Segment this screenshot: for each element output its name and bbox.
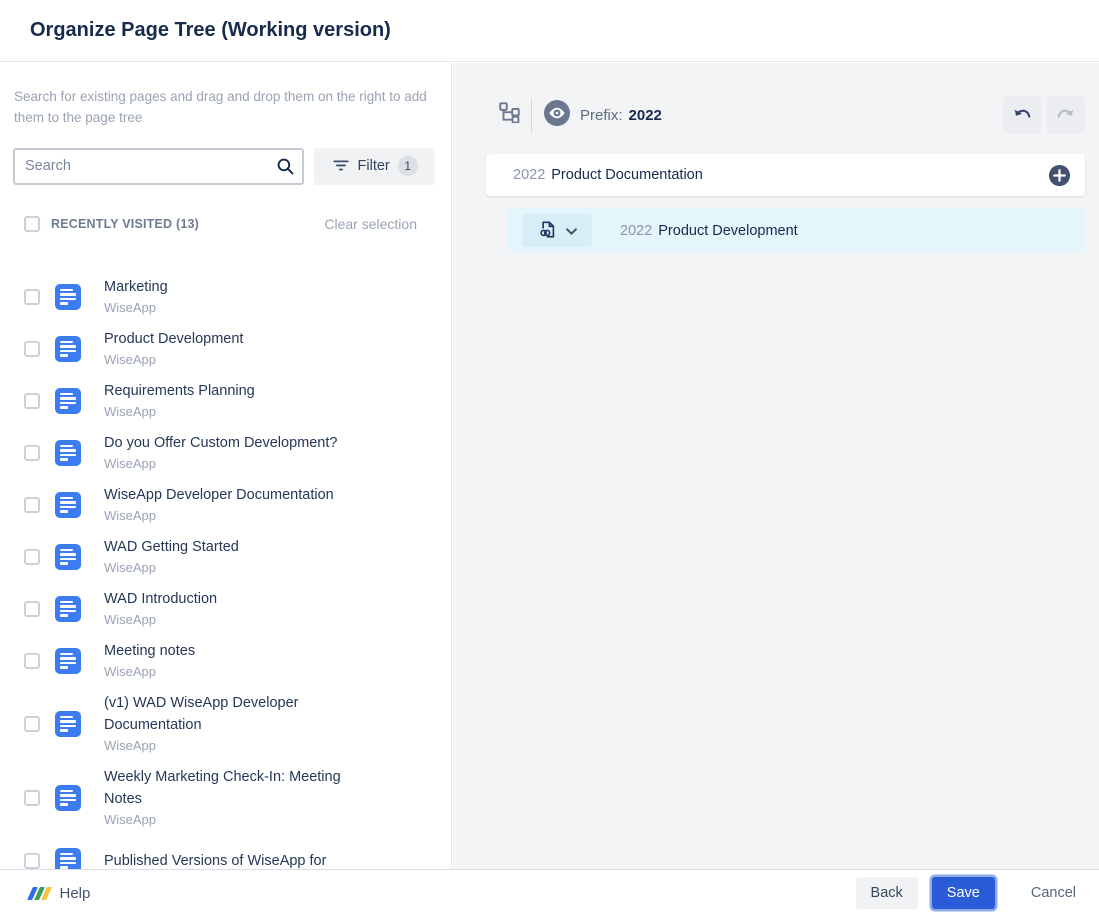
page-icon xyxy=(55,596,81,622)
item-checkbox[interactable] xyxy=(24,549,40,565)
item-title: Requirements Planning xyxy=(104,383,255,399)
page-icon xyxy=(55,284,81,310)
page-tree-icon xyxy=(499,102,520,128)
item-space: WiseApp xyxy=(104,508,156,523)
chevron-down-icon xyxy=(566,223,577,238)
node-prefix: 2022 xyxy=(620,223,652,239)
item-title: Published Versions of WiseApp for xyxy=(104,853,326,869)
help-link[interactable]: Help xyxy=(30,885,90,902)
filter-count-badge: 1 xyxy=(398,156,418,176)
list-item[interactable]: WAD Getting Started WiseApp xyxy=(24,536,451,578)
tree-node-root[interactable]: 2022 Product Documentation xyxy=(486,154,1085,196)
prefix-value: 2022 xyxy=(629,107,662,124)
list-item[interactable]: WAD Introduction WiseApp xyxy=(24,588,451,630)
dialog-header: Organize Page Tree (Working version) xyxy=(0,0,1099,62)
item-checkbox[interactable] xyxy=(24,653,40,669)
page-icon xyxy=(55,648,81,674)
item-space: WiseApp xyxy=(104,738,156,753)
cancel-button[interactable]: Cancel xyxy=(1016,877,1078,909)
item-title: Marketing xyxy=(104,279,168,295)
item-space: WiseApp xyxy=(104,300,156,315)
item-space: WiseApp xyxy=(104,812,156,827)
page-icon xyxy=(55,848,81,869)
node-title: Product Documentation xyxy=(551,167,703,183)
item-space: WiseApp xyxy=(104,560,156,575)
list-item[interactable]: Do you Offer Custom Development? WiseApp xyxy=(24,432,451,474)
page-icon xyxy=(55,785,81,811)
item-title: Do you Offer Custom Development? xyxy=(104,435,337,451)
select-all-checkbox[interactable] xyxy=(24,216,40,232)
recently-visited-list: Marketing WiseApp Product Development Wise… xyxy=(24,276,451,869)
item-checkbox[interactable] xyxy=(24,716,40,732)
item-title: Meeting notes xyxy=(104,643,195,659)
item-space: WiseApp xyxy=(104,664,156,679)
filter-button[interactable]: Filter 1 xyxy=(314,148,435,185)
page-link-dropdown-button[interactable] xyxy=(522,214,592,247)
item-space: WiseApp xyxy=(104,404,156,419)
page-icon xyxy=(55,492,81,518)
prefix-label: Prefix: xyxy=(580,107,623,124)
item-checkbox[interactable] xyxy=(24,289,40,305)
item-title: (v1) WAD WiseApp Developer Documentation xyxy=(104,695,298,733)
clear-selection-link[interactable]: Clear selection xyxy=(324,216,417,232)
item-title: Product Development xyxy=(104,331,243,347)
search-box xyxy=(13,148,304,185)
undo-button[interactable] xyxy=(1003,96,1041,134)
help-label: Help xyxy=(60,885,91,902)
search-row: Filter 1 xyxy=(13,148,435,185)
redo-button[interactable] xyxy=(1047,96,1085,134)
list-item[interactable]: Published Versions of WiseApp for xyxy=(24,840,451,869)
filter-icon xyxy=(332,156,350,177)
search-panel: Search for existing pages and drag and d… xyxy=(0,63,452,869)
back-button[interactable]: Back xyxy=(856,877,918,909)
page-icon xyxy=(55,440,81,466)
search-input[interactable] xyxy=(13,148,304,185)
item-title: WiseApp Developer Documentation xyxy=(104,487,334,503)
list-item[interactable]: Marketing WiseApp xyxy=(24,276,451,318)
page-icon xyxy=(55,544,81,570)
page-icon xyxy=(55,388,81,414)
list-item[interactable]: WiseApp Developer Documentation WiseApp xyxy=(24,484,451,526)
list-item[interactable]: Weekly Marketing Check-In: Meeting Notes… xyxy=(24,766,451,830)
item-checkbox[interactable] xyxy=(24,853,40,869)
dialog-footer: Help Back Save Cancel xyxy=(0,869,1099,916)
filter-label: Filter xyxy=(358,158,390,174)
item-title: WAD Introduction xyxy=(104,591,217,607)
list-header: RECENTLY VISITED (13) Clear selection xyxy=(24,216,417,232)
item-space: WiseApp xyxy=(104,352,156,367)
node-title: Product Development xyxy=(658,223,797,239)
eye-icon[interactable] xyxy=(544,100,570,131)
app-logo-icon xyxy=(30,887,49,900)
item-checkbox[interactable] xyxy=(24,341,40,357)
item-title: Weekly Marketing Check-In: Meeting Notes xyxy=(104,769,341,807)
node-prefix: 2022 xyxy=(513,167,545,183)
item-checkbox[interactable] xyxy=(24,601,40,617)
item-checkbox[interactable] xyxy=(24,497,40,513)
item-checkbox[interactable] xyxy=(24,445,40,461)
item-checkbox[interactable] xyxy=(24,790,40,806)
page-icon xyxy=(55,711,81,737)
item-title: WAD Getting Started xyxy=(104,539,239,555)
search-icon xyxy=(276,157,295,181)
page-tree-panel: Prefix: 2022 2022 Product Documentation … xyxy=(453,63,1099,869)
section-label: RECENTLY VISITED (13) xyxy=(51,217,199,231)
page-title: Organize Page Tree (Working version) xyxy=(30,19,391,42)
page-icon xyxy=(55,336,81,362)
divider xyxy=(531,98,532,132)
list-item[interactable]: (v1) WAD WiseApp Developer Documentation… xyxy=(24,692,451,756)
helper-text: Search for existing pages and drag and d… xyxy=(14,87,433,129)
document-link-icon xyxy=(538,220,557,242)
add-child-button[interactable] xyxy=(1048,164,1071,187)
list-item[interactable]: Product Development WiseApp xyxy=(24,328,451,370)
tree-toolbar: Prefix: 2022 xyxy=(499,96,1085,134)
item-space: WiseApp xyxy=(104,456,156,471)
tree-node-selected[interactable]: 2022 Product Development xyxy=(508,208,1085,253)
save-button[interactable]: Save xyxy=(932,877,995,909)
item-space: WiseApp xyxy=(104,612,156,627)
list-item[interactable]: Meeting notes WiseApp xyxy=(24,640,451,682)
list-item[interactable]: Requirements Planning WiseApp xyxy=(24,380,451,422)
item-checkbox[interactable] xyxy=(24,393,40,409)
